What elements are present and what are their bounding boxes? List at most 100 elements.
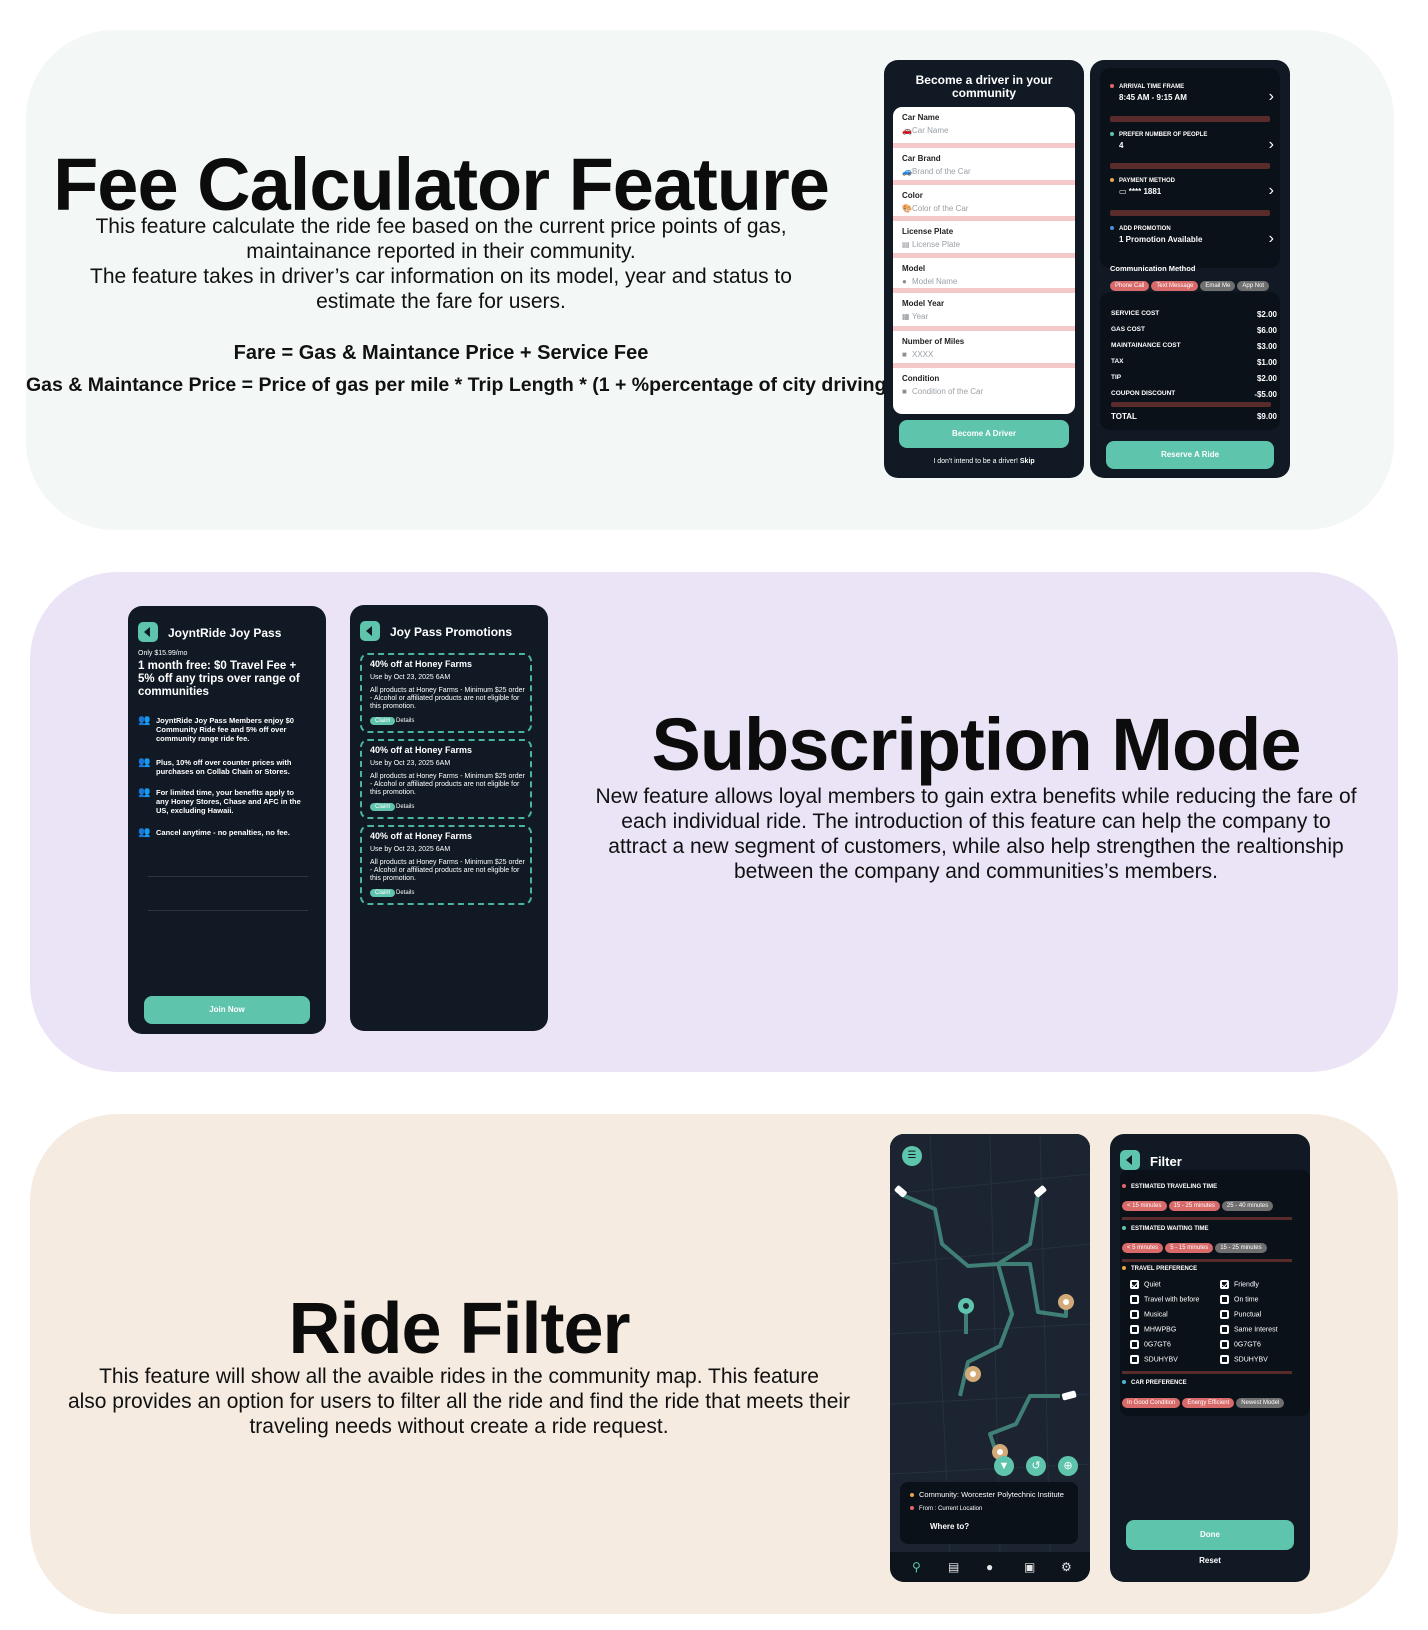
status-dot (1122, 1184, 1126, 1189)
wallet-icon[interactable]: ▣ (1024, 1560, 1035, 1574)
text-message-option[interactable]: Text Message (1151, 281, 1199, 291)
car-name-field[interactable]: Car Name 🚗Car Name (893, 107, 1075, 148)
locate-icon[interactable]: ⊕ (1058, 1456, 1078, 1476)
joy-pass-price: Only $15.99/mo (138, 650, 188, 657)
community-map[interactable]: ☰ ▼ ↺ ⊕ Community: Worcester Polytechnic… (890, 1134, 1090, 1553)
model-field[interactable]: Model ● Model Name (893, 258, 1075, 293)
back-icon[interactable] (360, 621, 380, 641)
become-driver-button[interactable]: Become A Driver (899, 420, 1069, 448)
checkbox-icon (1220, 1325, 1229, 1334)
filter-chip[interactable]: Newest Model (1236, 1398, 1285, 1408)
cost-row: SERVICE COST $2.00 (1111, 310, 1277, 319)
filter-icon[interactable]: ▼ (994, 1456, 1014, 1476)
filter-chip[interactable]: Energy Efficient (1182, 1398, 1235, 1408)
checkbox-checked-icon (1220, 1280, 1229, 1289)
preference-checkbox[interactable]: SDUHYBV (1130, 1355, 1178, 1364)
people-icon: 👥 (138, 827, 151, 838)
car-info-form: Car Name 🚗Car Name Car Brand 🚙Brand of t… (893, 107, 1075, 414)
divider (148, 876, 308, 877)
id-card-icon: ▤ (902, 240, 910, 249)
preference-checkbox[interactable]: On time (1220, 1295, 1259, 1304)
filter-chip[interactable]: 15 - 25 minutes (1168, 1201, 1220, 1211)
promotion-card[interactable]: 40% off at Honey Farms Use by Oct 23, 20… (360, 739, 532, 819)
divider (1110, 116, 1270, 122)
model-year-field[interactable]: Model Year ▦ Year (893, 293, 1075, 331)
filter-chip[interactable]: In Good Condition (1122, 1398, 1181, 1408)
forum-icon[interactable]: ▤ (948, 1560, 959, 1574)
checkbox-icon (1220, 1340, 1229, 1349)
details-link[interactable]: Details (396, 804, 414, 810)
payment-method-row[interactable]: PAYMENT METHOD ▭ **** 1881 › (1110, 178, 1274, 199)
subscription-description: New feature allows loyal members to gain… (595, 785, 1357, 883)
total-row: TOTAL $9.00 (1111, 412, 1277, 421)
preference-checkbox[interactable]: MHWPBG (1130, 1325, 1176, 1334)
status-dot (1110, 226, 1114, 231)
preference-checkbox[interactable]: Friendly (1220, 1280, 1259, 1289)
filter-chip[interactable]: < 15 minutes (1122, 1201, 1167, 1211)
cost-row: COUPON DISCOUNT -$5.00 (1111, 390, 1277, 399)
reserve-ride-button[interactable]: Reserve A Ride (1106, 441, 1274, 469)
app-notification-option[interactable]: App Not (1237, 281, 1270, 291)
communication-method-label: Communication Method (1110, 264, 1196, 273)
promotion-card[interactable]: 40% off at Honey Farms Use by Oct 23, 20… (360, 825, 532, 905)
map-pin-icon (958, 1298, 974, 1314)
divider (1122, 1259, 1292, 1262)
back-icon[interactable] (138, 622, 158, 642)
settings-icon[interactable]: ⚙ (1061, 1560, 1072, 1574)
status-dot (1110, 132, 1114, 137)
checkbox-icon (1220, 1310, 1229, 1319)
filter-chip[interactable]: 5 - 15 minutes (1165, 1243, 1214, 1253)
car-brand-field[interactable]: Car Brand 🚙Brand of the Car (893, 148, 1075, 185)
checkbox-checked-icon (1130, 1280, 1139, 1289)
color-field[interactable]: Color 🎨Color of the Car (893, 185, 1075, 221)
bottom-nav: ⚲ ▤ ● ▣ ⚙ (890, 1552, 1090, 1582)
promotion-card[interactable]: 40% off at Honey Farms Use by Oct 23, 20… (360, 653, 532, 733)
claim-button[interactable]: Claim (370, 717, 396, 725)
promotions-screen: Joy Pass Promotions 40% off at Honey Far… (350, 605, 548, 1031)
number-of-people-row[interactable]: PREFER NUMBER OF PEOPLE 4 › (1110, 132, 1274, 153)
status-dot (1110, 178, 1114, 183)
email-option[interactable]: Email Me (1200, 281, 1236, 291)
checkbox-icon (1220, 1295, 1229, 1304)
license-plate-field[interactable]: License Plate ▤ License Plate (893, 221, 1075, 258)
preference-checkbox[interactable]: Quiet (1130, 1280, 1161, 1289)
details-link[interactable]: Details (396, 718, 414, 724)
cost-row: TAX $1.00 (1111, 358, 1277, 367)
back-icon[interactable] (1120, 1150, 1140, 1170)
filter-chip[interactable]: < 5 minutes (1122, 1243, 1164, 1253)
done-button[interactable]: Done (1126, 1520, 1294, 1550)
filter-chip[interactable]: 25 - 40 minutes (1221, 1201, 1274, 1211)
preference-checkbox[interactable]: 0G7GT6 (1130, 1340, 1171, 1349)
ride-icon[interactable]: ⚲ (912, 1560, 921, 1574)
checkbox-icon (1130, 1310, 1139, 1319)
palette-icon: 🎨 (902, 204, 912, 213)
reset-button[interactable]: Reset (1110, 1556, 1310, 1565)
travel-preference-filter: TRAVEL PREFERENCE (1122, 1266, 1298, 1272)
where-to-input[interactable]: Where to? (930, 1522, 969, 1531)
claim-button[interactable]: Claim (370, 803, 396, 811)
filter-chip[interactable]: 15 - 25 minutes (1215, 1243, 1267, 1253)
preference-checkbox[interactable]: Musical (1130, 1310, 1168, 1319)
preference-checkbox[interactable]: Same Interest (1220, 1325, 1278, 1334)
claim-button[interactable]: Claim (370, 889, 396, 897)
promotion-row[interactable]: ADD PROMOTION 1 Promotion Available › (1110, 226, 1274, 247)
pin-icon: ● (902, 277, 907, 286)
history-icon[interactable]: ↺ (1026, 1456, 1046, 1476)
menu-icon[interactable]: ☰ (902, 1146, 922, 1166)
preference-checkbox[interactable]: Travel with before (1130, 1295, 1199, 1304)
condition-field[interactable]: Condition ■ Condition of the Car (893, 368, 1075, 414)
checkbox-icon (1130, 1295, 1139, 1304)
skip-link[interactable]: Skip (1020, 458, 1035, 465)
reserve-ride-screen: ARRIVAL TIME FRAME 8:45 AM - 9:15 AM › P… (1090, 60, 1290, 478)
preference-checkbox[interactable]: Punctual (1220, 1310, 1261, 1319)
details-link[interactable]: Details (396, 890, 414, 896)
people-icon: 👥 (138, 715, 151, 726)
join-now-button[interactable]: Join Now (144, 996, 310, 1024)
preference-checkbox[interactable]: 0G7GT6 (1220, 1340, 1261, 1349)
preference-checkbox[interactable]: SDUHYBV (1220, 1355, 1268, 1364)
chat-icon[interactable]: ● (986, 1560, 993, 1574)
lock-icon: ■ (902, 387, 907, 396)
number-of-miles-field[interactable]: Number of Miles ■ XXXX (893, 331, 1075, 368)
arrival-time-row[interactable]: ARRIVAL TIME FRAME 8:45 AM - 9:15 AM › (1110, 84, 1274, 105)
phone-call-option[interactable]: Phone Call (1110, 281, 1150, 291)
